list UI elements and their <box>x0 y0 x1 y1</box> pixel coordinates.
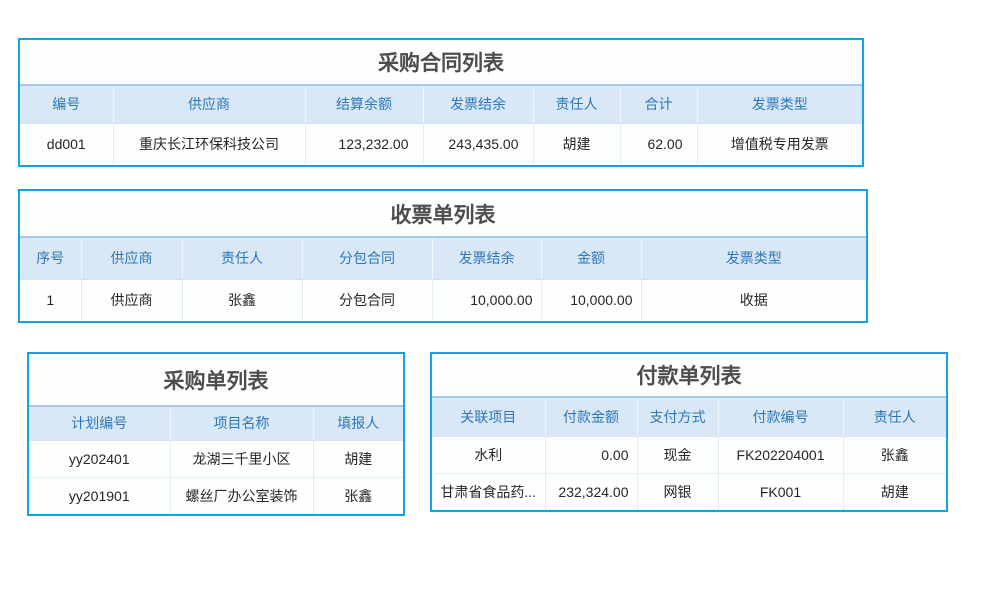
table-cell: 62.00 <box>620 123 697 165</box>
column-header: 编号 <box>20 86 113 123</box>
table-cell: 张鑫 <box>313 477 403 514</box>
table-cell: 现金 <box>637 436 718 473</box>
table-cell: 胡建 <box>533 123 620 165</box>
table-cell: 123,232.00 <box>305 123 423 165</box>
column-header: 发票结余 <box>423 86 533 123</box>
table-cell: 甘肃省食品药... <box>432 473 545 510</box>
purchase-contract-table: 采购合同列表 编号 供应商 结算余额 发票结余 责任人 合计 发票类型 <box>18 38 864 167</box>
table-cell: 水利 <box>432 436 545 473</box>
table-cell: FK202204001 <box>718 436 843 473</box>
table-cell: 232,324.00 <box>545 473 637 510</box>
column-header: 发票结余 <box>432 238 541 279</box>
page: 采购合同列表 编号 供应商 结算余额 发票结余 责任人 合计 发票类型 <box>0 0 1000 600</box>
column-header: 供应商 <box>113 86 305 123</box>
table-cell: 胡建 <box>843 473 946 510</box>
column-header: 供应商 <box>81 238 182 279</box>
table-title: 付款单列表 <box>432 354 946 398</box>
column-header: 发票类型 <box>697 86 862 123</box>
table-row: 甘肃省食品药... 232,324.00 网银 FK001 胡建 <box>432 473 946 510</box>
table-cell: 网银 <box>637 473 718 510</box>
column-header: 责任人 <box>843 398 946 436</box>
table-row: yy201901 螺丝厂办公室装饰 张鑫 <box>29 477 403 514</box>
table-title: 采购单列表 <box>29 354 403 407</box>
table-cell: 增值税专用发票 <box>697 123 862 165</box>
column-header: 项目名称 <box>170 407 313 440</box>
table-row: 1 供应商 张鑫 分包合同 10,000.00 10,000.00 收据 <box>20 279 866 321</box>
header-row: 关联项目 付款金额 支付方式 付款编号 责任人 <box>432 398 946 436</box>
column-header: 责任人 <box>533 86 620 123</box>
table-cell: 螺丝厂办公室装饰 <box>170 477 313 514</box>
table-row: dd001 重庆长江环保科技公司 123,232.00 243,435.00 胡… <box>20 123 862 165</box>
table-cell: 分包合同 <box>302 279 432 321</box>
table-cell: 重庆长江环保科技公司 <box>113 123 305 165</box>
table-cell: 供应商 <box>81 279 182 321</box>
table-title: 采购合同列表 <box>20 40 862 86</box>
table-cell: 243,435.00 <box>423 123 533 165</box>
column-header: 分包合同 <box>302 238 432 279</box>
column-header: 序号 <box>20 238 81 279</box>
column-header: 金额 <box>541 238 641 279</box>
payment-table: 付款单列表 关联项目 付款金额 支付方式 付款编号 责任人 水利 0.00 <box>430 352 948 512</box>
table-row: 水利 0.00 现金 FK202204001 张鑫 <box>432 436 946 473</box>
header-row: 序号 供应商 责任人 分包合同 发票结余 金额 发票类型 <box>20 238 866 279</box>
receipt-table: 收票单列表 序号 供应商 责任人 分包合同 发票结余 金额 发票类型 <box>18 189 868 323</box>
header-row: 编号 供应商 结算余额 发票结余 责任人 合计 发票类型 <box>20 86 862 123</box>
column-header: 计划编号 <box>29 407 170 440</box>
table-cell: yy202401 <box>29 440 170 477</box>
table-cell: 10,000.00 <box>541 279 641 321</box>
table-row: yy202401 龙湖三千里小区 胡建 <box>29 440 403 477</box>
column-header: 付款编号 <box>718 398 843 436</box>
table-title: 收票单列表 <box>20 191 866 238</box>
table-cell: FK001 <box>718 473 843 510</box>
table-cell: 胡建 <box>313 440 403 477</box>
table-cell: 10,000.00 <box>432 279 541 321</box>
column-header: 填报人 <box>313 407 403 440</box>
table-cell: 龙湖三千里小区 <box>170 440 313 477</box>
table-cell: 张鑫 <box>182 279 302 321</box>
table-cell: 张鑫 <box>843 436 946 473</box>
purchase-order-table: 采购单列表 计划编号 项目名称 填报人 yy202401 龙湖三千里小区 胡建 <box>27 352 405 516</box>
column-header: 结算余额 <box>305 86 423 123</box>
table-cell: yy201901 <box>29 477 170 514</box>
column-header: 合计 <box>620 86 697 123</box>
column-header: 关联项目 <box>432 398 545 436</box>
table-cell: 1 <box>20 279 81 321</box>
table-cell: dd001 <box>20 123 113 165</box>
column-header: 支付方式 <box>637 398 718 436</box>
table-cell: 收据 <box>641 279 866 321</box>
header-row: 计划编号 项目名称 填报人 <box>29 407 403 440</box>
table-cell: 0.00 <box>545 436 637 473</box>
column-header: 付款金额 <box>545 398 637 436</box>
column-header: 发票类型 <box>641 238 866 279</box>
column-header: 责任人 <box>182 238 302 279</box>
